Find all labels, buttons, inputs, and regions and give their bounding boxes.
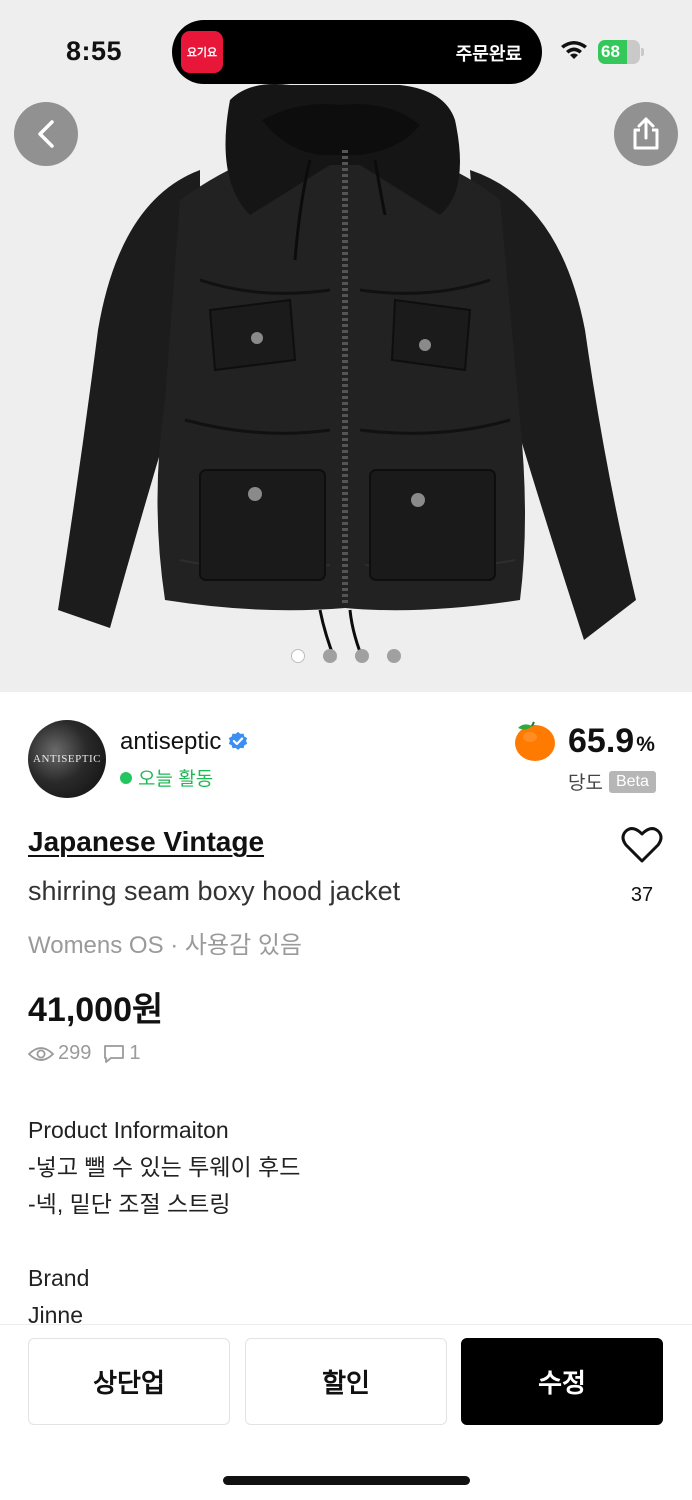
like-button[interactable] (620, 826, 664, 869)
product-price: 41,000원 (28, 991, 164, 1029)
product-image-gallery[interactable]: 8:55 요기요 주문완료 68 (0, 0, 692, 692)
seller-activity: 오늘 활동 (120, 764, 213, 791)
like-count: 37 (630, 884, 654, 906)
status-time: 8:55 (66, 36, 123, 66)
activity-text: 오늘 활동 (138, 769, 214, 790)
home-indicator[interactable] (223, 1476, 470, 1485)
comment-count: 1 (129, 1042, 141, 1064)
description-line: Product Informaiton (28, 1117, 229, 1143)
back-button[interactable] (14, 102, 78, 166)
battery-icon: 68 (598, 40, 644, 64)
sweetness-value: 65.9 (568, 721, 635, 760)
view-count: 299 (58, 1042, 92, 1064)
gallery-dot[interactable] (291, 649, 305, 663)
yogiyo-app-icon: 요기요 (181, 31, 223, 73)
heart-icon (621, 827, 663, 863)
sweetness-unit: % (636, 733, 655, 756)
seller-avatar[interactable]: ANTISEPTIC (28, 720, 106, 798)
product-photo[interactable] (0, 0, 692, 692)
discount-button[interactable]: 할인 (245, 1338, 447, 1425)
gallery-pagination[interactable] (291, 649, 401, 663)
share-button[interactable] (614, 102, 678, 166)
description-line (28, 1223, 300, 1260)
beta-badge: Beta (608, 770, 656, 793)
gallery-dot[interactable] (387, 649, 401, 663)
bump-button[interactable]: 상단업 (28, 1338, 230, 1425)
verified-badge-icon (229, 731, 248, 750)
product-title: shirring seam boxy hood jacket (28, 876, 401, 906)
wifi-icon (561, 41, 587, 59)
battery-level: 68 (601, 42, 620, 61)
product-meta: Womens OS · 사용감 있음 (28, 932, 302, 959)
share-icon (633, 117, 659, 150)
edit-button[interactable]: 수정 (461, 1338, 663, 1425)
description-line: -넥, 밑단 조절 스트링 (28, 1191, 231, 1217)
comment-icon (104, 1044, 125, 1063)
sweetness-score[interactable]: 65.9 % (510, 718, 655, 764)
eye-icon (28, 1046, 54, 1061)
product-stats: 299 1 (28, 1042, 141, 1065)
active-status-dot (120, 771, 132, 784)
tangerine-icon (515, 721, 555, 761)
sweetness-label: 당도 (568, 773, 603, 794)
avatar-logo-text: ANTISEPTIC (33, 753, 101, 765)
live-activity-text: 주문완료 (455, 44, 522, 64)
gallery-dot[interactable] (323, 649, 337, 663)
sweetness-label-row: 당도 Beta (568, 768, 656, 795)
description-line: Brand (28, 1265, 90, 1291)
gallery-dot[interactable] (355, 649, 369, 663)
product-description: Product Informaiton -넣고 뺄 수 있는 투웨이 후드 -넥… (28, 1112, 300, 1334)
seller-name[interactable]: antiseptic (120, 728, 221, 756)
description-line: -넣고 뺄 수 있는 투웨이 후드 (28, 1154, 301, 1180)
dynamic-island[interactable]: 요기요 주문완료 (172, 20, 542, 84)
product-brand-link[interactable]: Japanese Vintage (28, 826, 264, 858)
chevron-left-icon (38, 120, 54, 148)
seller-name-row[interactable]: antiseptic (120, 728, 249, 756)
